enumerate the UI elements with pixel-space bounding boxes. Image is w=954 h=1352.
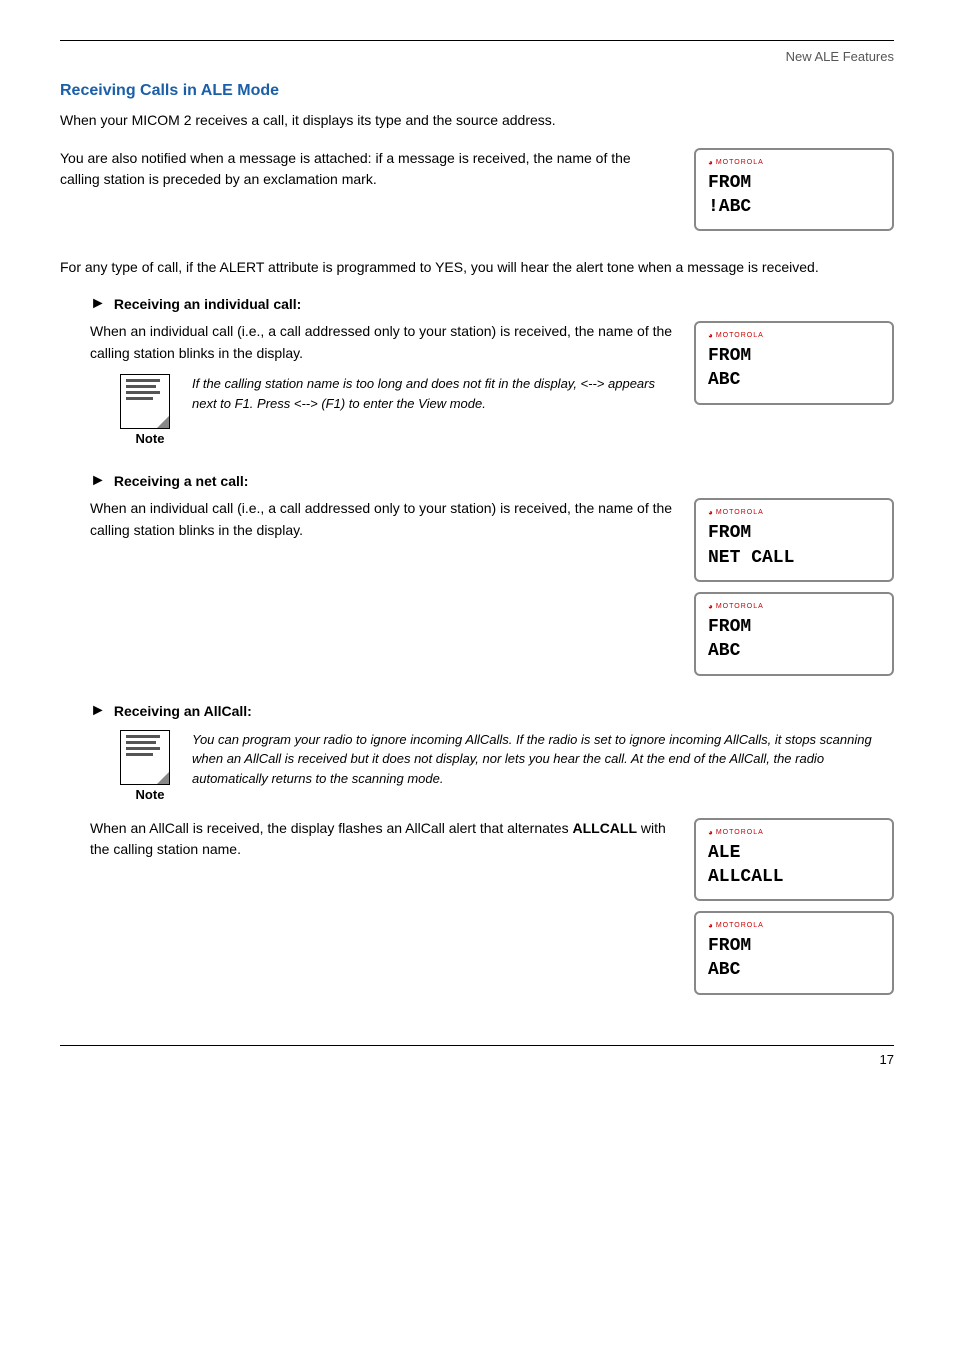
intro-with-display: You are also notified when a message is …: [60, 148, 894, 242]
netcall-display2-line1: FROM: [708, 615, 880, 639]
note-graphic-1: [120, 374, 170, 429]
individual-note-block: Note If the calling station name is too …: [120, 374, 674, 446]
motorola-m-1: ◕: [708, 158, 714, 167]
motorola-logo-2: ◕ MOTOROLA: [708, 331, 880, 340]
display-line1-exc: FROM: [708, 171, 880, 195]
section-title: Receiving Calls in ALE Mode: [60, 82, 894, 100]
motorola-m-5: ◕: [708, 828, 714, 837]
page-number: 17: [880, 1052, 894, 1067]
motorola-logo-6: ◕ MOTOROLA: [708, 921, 880, 930]
footer: 17: [60, 1045, 894, 1067]
allcall-display2-text: FROM ABC: [708, 934, 880, 983]
note-line-2: [126, 385, 156, 388]
netcall-display1-line1: FROM: [708, 521, 880, 545]
subsection-netcall-heading: ► Receiving a net call:: [90, 472, 894, 490]
motorola-m-3: ◕: [708, 508, 714, 517]
device-display-exclamation: ◕ MOTOROLA FROM !ABC: [694, 148, 894, 232]
arrow-icon-3: ►: [90, 702, 106, 720]
header-right: New ALE Features: [60, 49, 894, 64]
allcall-content: Note You can program your radio to ignor…: [90, 730, 894, 1005]
allcall-display1-line2: ALLCALL: [708, 865, 880, 889]
note-label-1: Note: [120, 431, 180, 446]
netcall-display1-line2: NET CALL: [708, 546, 880, 570]
allcall-display1-text: ALE ALLCALL: [708, 841, 880, 890]
intro-text-col: You are also notified when a message is …: [60, 148, 674, 201]
note-corner-1: [157, 416, 169, 428]
intro-paragraph-2: You are also notified when a message is …: [60, 148, 674, 191]
device-display-netcall1: ◕ MOTOROLA FROM NET CALL: [694, 498, 894, 582]
allcall-display2-line1: FROM: [708, 934, 880, 958]
netcall-display2-text: FROM ABC: [708, 615, 880, 664]
netcall-display-col: ◕ MOTOROLA FROM NET CALL ◕ MOTOROLA FROM…: [694, 498, 894, 685]
device-display-netcall2: ◕ MOTOROLA FROM ABC: [694, 592, 894, 676]
display-line2-exc: !ABC: [708, 195, 880, 219]
netcall-display2-line2: ABC: [708, 639, 880, 663]
note-label-2: Note: [120, 787, 180, 802]
motorola-text-1: MOTOROLA: [716, 159, 764, 166]
allcall-display-col: ◕ MOTOROLA ALE ALLCALL ◕ MOTOROLA FROM: [694, 818, 894, 1005]
motorola-text-2: MOTOROLA: [716, 332, 764, 339]
subsection-allcall-heading: ► Receiving an AllCall:: [90, 702, 894, 720]
device-display-allcall2: ◕ MOTOROLA FROM ABC: [694, 911, 894, 995]
note-line-a3: [126, 747, 160, 750]
allcall-note-text: You can program your radio to ignore inc…: [192, 730, 894, 789]
netcall-body: When an individual call (i.e., a call ad…: [90, 498, 674, 541]
arrow-icon-1: ►: [90, 295, 106, 313]
individual-display-line2: ABC: [708, 368, 880, 392]
note-line-a2: [126, 741, 156, 744]
motorola-m-4: ◕: [708, 602, 714, 611]
allcall-body-text: When an AllCall is received, the display…: [90, 818, 674, 861]
individual-body: When an individual call (i.e., a call ad…: [90, 321, 674, 364]
note-line-4: [126, 397, 153, 400]
netcall-text-col: When an individual call (i.e., a call ad…: [90, 498, 674, 551]
motorola-logo-3: ◕ MOTOROLA: [708, 508, 880, 517]
motorola-text-5: MOTOROLA: [716, 829, 764, 836]
motorola-logo-1: ◕ MOTOROLA: [708, 158, 880, 167]
intro-paragraph-1: When your MICOM 2 receives a call, it di…: [60, 110, 894, 132]
motorola-m-6: ◕: [708, 921, 714, 930]
header-line: [60, 40, 894, 41]
intro-paragraph-3: For any type of call, if the ALERT attri…: [60, 257, 894, 279]
individual-display-col: ◕ MOTOROLA FROM ABC: [694, 321, 894, 415]
note-line-a1: [126, 735, 160, 738]
note-line-3: [126, 391, 160, 394]
individual-text-col: When an individual call (i.e., a call ad…: [90, 321, 674, 456]
note-graphic-2: [120, 730, 170, 785]
individual-display-text: FROM ABC: [708, 344, 880, 393]
individual-display-line1: FROM: [708, 344, 880, 368]
note-icon-2: Note: [120, 730, 180, 802]
device-display-allcall1: ◕ MOTOROLA ALE ALLCALL: [694, 818, 894, 902]
display-exclamation-col: ◕ MOTOROLA FROM !ABC: [694, 148, 894, 242]
allcall-body-section: When an AllCall is received, the display…: [90, 818, 894, 1005]
note-icon-1: Note: [120, 374, 180, 446]
individual-heading-label: Receiving an individual call:: [114, 296, 302, 312]
note-corner-2: [157, 772, 169, 784]
allcall-bold: ALLCALL: [572, 820, 637, 836]
note-line-a4: [126, 753, 153, 756]
allcall-heading-label: Receiving an AllCall:: [114, 703, 252, 719]
motorola-text-6: MOTOROLA: [716, 922, 764, 929]
allcall-body-pre: When an AllCall is received, the display…: [90, 820, 572, 836]
note-line-1: [126, 379, 160, 382]
netcall-heading-label: Receiving a net call:: [114, 473, 249, 489]
netcall-display1-text: FROM NET CALL: [708, 521, 880, 570]
motorola-logo-5: ◕ MOTOROLA: [708, 828, 880, 837]
motorola-m-2: ◕: [708, 331, 714, 340]
allcall-note-block: Note You can program your radio to ignor…: [120, 730, 894, 802]
motorola-text-3: MOTOROLA: [716, 509, 764, 516]
motorola-text-4: MOTOROLA: [716, 603, 764, 610]
subsection-individual-heading: ► Receiving an individual call:: [90, 295, 894, 313]
allcall-body-col: When an AllCall is received, the display…: [90, 818, 674, 871]
motorola-logo-4: ◕ MOTOROLA: [708, 602, 880, 611]
device-display-individual: ◕ MOTOROLA FROM ABC: [694, 321, 894, 405]
allcall-display2-line2: ABC: [708, 958, 880, 982]
header-text: New ALE Features: [786, 49, 894, 64]
individual-note-text: If the calling station name is too long …: [192, 374, 674, 413]
display-exclamation-text: FROM !ABC: [708, 171, 880, 220]
allcall-display1-line1: ALE: [708, 841, 880, 865]
page: New ALE Features Receiving Calls in ALE …: [0, 0, 954, 1127]
arrow-icon-2: ►: [90, 472, 106, 490]
individual-call-content: When an individual call (i.e., a call ad…: [90, 321, 894, 456]
netcall-content: When an individual call (i.e., a call ad…: [90, 498, 894, 685]
